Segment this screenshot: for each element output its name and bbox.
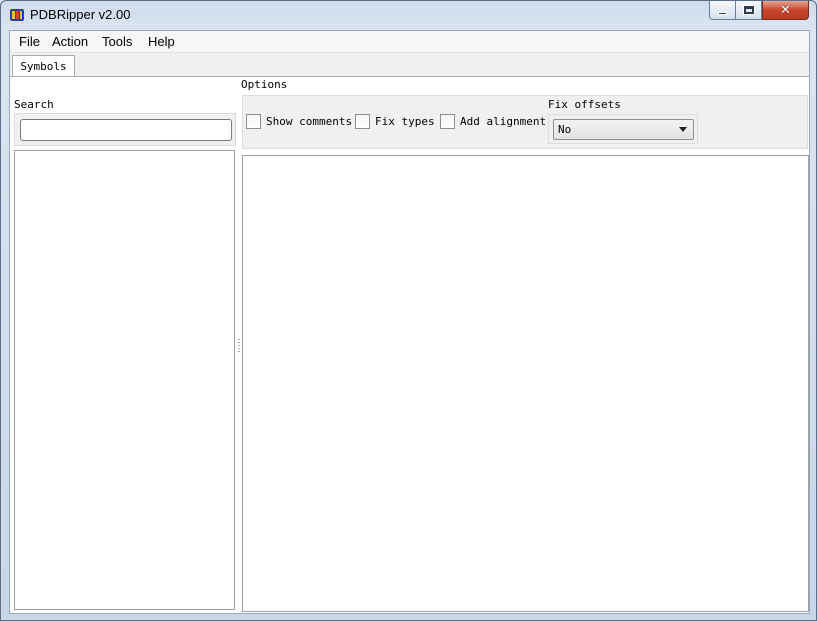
tab-strip: Symbols [10, 53, 809, 77]
menu-file[interactable]: File [19, 34, 40, 49]
show-comments-checkbox[interactable]: Show comments [246, 114, 352, 129]
output-text-area[interactable] [242, 155, 809, 612]
menu-bar: File Action Tools Help [10, 31, 809, 53]
options-label: Options [241, 78, 288, 91]
maximize-icon [742, 5, 755, 15]
splitter-grip-icon [238, 339, 240, 353]
add-alignment-label: Add alignment [460, 115, 547, 128]
options-group: Show comments Fix types Add alignment Fi… [242, 95, 808, 149]
panel-splitter[interactable] [237, 81, 241, 611]
title-bar[interactable]: PDBRipper v2.00 ✕ [1, 1, 816, 30]
chevron-down-icon [679, 127, 687, 132]
fix-offsets-value: No [558, 123, 572, 136]
fix-types-checkbox[interactable]: Fix types [355, 114, 435, 129]
search-label: Search [14, 98, 54, 111]
checkbox-box[interactable] [246, 114, 261, 129]
checkbox-box[interactable] [440, 114, 455, 129]
client-area: File Action Tools Help Symbols Search Op… [9, 30, 810, 614]
search-input[interactable] [20, 119, 232, 141]
minimize-button[interactable] [709, 1, 736, 20]
app-window: PDBRipper v2.00 ✕ File Action Tools Help… [0, 0, 817, 621]
tab-symbols[interactable]: Symbols [12, 55, 75, 77]
fix-offsets-group: No [548, 114, 698, 144]
menu-action[interactable]: Action [52, 34, 88, 49]
maximize-button[interactable] [735, 1, 762, 20]
fix-types-label: Fix types [375, 115, 435, 128]
close-button[interactable]: ✕ [762, 1, 809, 20]
menu-help[interactable]: Help [148, 34, 175, 49]
window-title: PDBRipper v2.00 [30, 7, 131, 22]
show-comments-label: Show comments [266, 115, 353, 128]
search-group [14, 113, 236, 146]
symbol-list[interactable] [14, 150, 235, 610]
minimize-icon [718, 11, 727, 15]
add-alignment-checkbox[interactable]: Add alignment [440, 114, 546, 129]
fix-offsets-label: Fix offsets [548, 98, 621, 111]
close-icon: ✕ [780, 2, 791, 18]
pdbripper-app-icon[interactable] [10, 9, 24, 21]
menu-tools[interactable]: Tools [102, 34, 132, 49]
fix-offsets-select[interactable]: No [553, 119, 694, 140]
checkbox-box[interactable] [355, 114, 370, 129]
